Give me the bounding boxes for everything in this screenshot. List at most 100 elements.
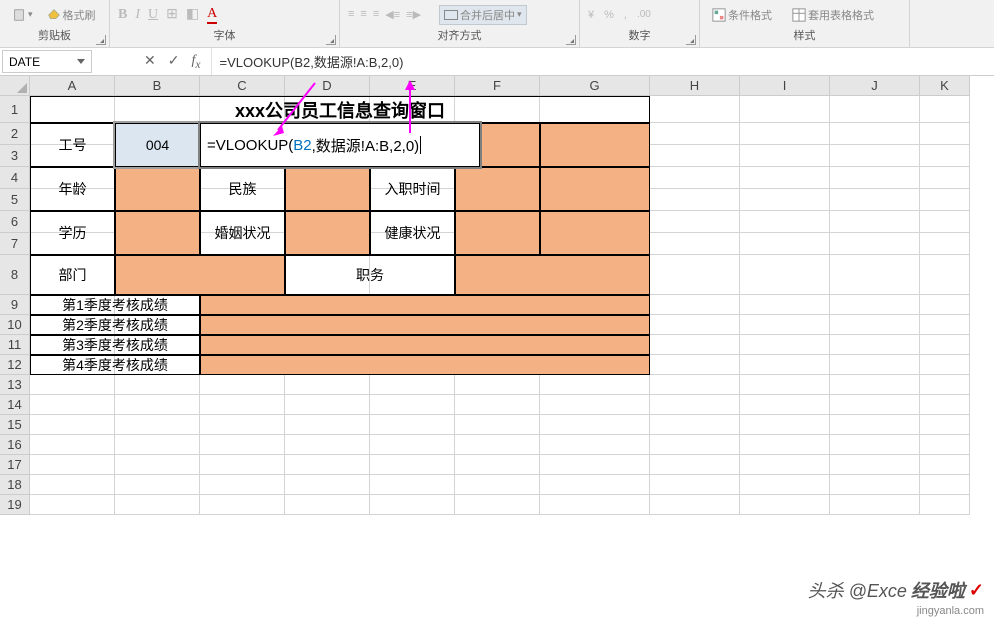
cell[interactable]	[285, 475, 370, 495]
column-header-J[interactable]: J	[830, 76, 920, 96]
clipboard-launcher[interactable]	[96, 35, 106, 45]
title-cell[interactable]: xxx公司员工信息查询窗口	[30, 96, 650, 123]
cell[interactable]	[540, 455, 650, 475]
font-launcher[interactable]	[326, 35, 336, 45]
cell[interactable]	[650, 96, 740, 123]
row-header-5[interactable]: 5	[0, 189, 30, 211]
cell[interactable]	[920, 455, 970, 475]
cell[interactable]	[30, 455, 115, 475]
cell[interactable]	[650, 189, 740, 211]
cell[interactable]	[740, 435, 830, 455]
column-header-G[interactable]: G	[540, 76, 650, 96]
cell[interactable]	[200, 455, 285, 475]
cell[interactable]	[650, 375, 740, 395]
cell[interactable]	[740, 355, 830, 375]
label-hire-date[interactable]: 入职时间	[370, 167, 455, 211]
cell[interactable]	[920, 189, 970, 211]
cell[interactable]	[740, 475, 830, 495]
cell[interactable]	[920, 415, 970, 435]
cell[interactable]	[200, 495, 285, 515]
cell[interactable]	[920, 167, 970, 189]
cell[interactable]	[115, 415, 200, 435]
cell[interactable]	[455, 435, 540, 455]
spreadsheet-grid[interactable]: ABCDEFGHIJK 1234567891011121314151617181…	[0, 76, 994, 611]
cell[interactable]	[455, 395, 540, 415]
cell[interactable]	[370, 395, 455, 415]
percent-button[interactable]: %	[604, 9, 614, 21]
label-age[interactable]: 年龄	[30, 167, 115, 211]
cell[interactable]	[650, 355, 740, 375]
number-launcher[interactable]	[686, 35, 696, 45]
label-employee-id[interactable]: 工号	[30, 123, 115, 167]
cell[interactable]	[830, 123, 920, 145]
indent-increase-button[interactable]: ≡▶	[406, 8, 421, 21]
cell[interactable]	[920, 355, 970, 375]
cell[interactable]	[920, 295, 970, 315]
cell[interactable]	[740, 455, 830, 475]
cell[interactable]	[650, 145, 740, 167]
cell[interactable]	[200, 415, 285, 435]
column-header-B[interactable]: B	[115, 76, 200, 96]
cell[interactable]	[540, 375, 650, 395]
cell[interactable]	[650, 295, 740, 315]
cell[interactable]	[30, 495, 115, 515]
label-marital-status[interactable]: 婚姻状况	[200, 211, 285, 255]
cell[interactable]	[920, 123, 970, 145]
cell-g6[interactable]	[540, 211, 650, 255]
cell-g4[interactable]	[540, 167, 650, 211]
increase-decimal-button[interactable]: .00	[637, 9, 651, 20]
cell[interactable]	[920, 315, 970, 335]
cell[interactable]	[540, 435, 650, 455]
row-header-18[interactable]: 18	[0, 475, 30, 495]
cell-q2-value[interactable]	[200, 315, 650, 335]
cell-q1-value[interactable]	[200, 295, 650, 315]
cell[interactable]	[830, 475, 920, 495]
label-q2-score[interactable]: 第2季度考核成绩	[30, 315, 200, 335]
row-header-15[interactable]: 15	[0, 415, 30, 435]
cell[interactable]	[830, 495, 920, 515]
cell[interactable]	[920, 255, 970, 295]
cell[interactable]	[830, 211, 920, 233]
cell-b2-employee-id-value[interactable]: 004	[115, 123, 200, 167]
cell[interactable]	[540, 495, 650, 515]
cell[interactable]	[455, 415, 540, 435]
cell[interactable]	[920, 395, 970, 415]
cell[interactable]	[830, 335, 920, 355]
cell[interactable]	[30, 395, 115, 415]
cell[interactable]	[650, 233, 740, 255]
cell[interactable]	[830, 435, 920, 455]
row-header-11[interactable]: 11	[0, 335, 30, 355]
cell[interactable]	[115, 435, 200, 455]
cell-f2[interactable]	[480, 123, 540, 167]
cell[interactable]	[740, 96, 830, 123]
cell[interactable]	[115, 475, 200, 495]
cell[interactable]	[740, 415, 830, 435]
cell[interactable]	[830, 415, 920, 435]
cell[interactable]	[920, 145, 970, 167]
cell[interactable]	[285, 455, 370, 475]
row-header-2[interactable]: 2	[0, 123, 30, 145]
cell[interactable]	[740, 395, 830, 415]
column-header-K[interactable]: K	[920, 76, 970, 96]
cell[interactable]	[30, 475, 115, 495]
cell[interactable]	[285, 495, 370, 515]
cell-b6[interactable]	[115, 211, 200, 255]
cell[interactable]	[285, 395, 370, 415]
cell-f8[interactable]	[455, 255, 650, 295]
cell[interactable]	[115, 375, 200, 395]
cell[interactable]	[740, 315, 830, 335]
label-health[interactable]: 健康状况	[370, 211, 455, 255]
cell[interactable]	[920, 96, 970, 123]
cell-d6[interactable]	[285, 211, 370, 255]
cell[interactable]	[740, 295, 830, 315]
cell[interactable]	[830, 255, 920, 295]
column-header-H[interactable]: H	[650, 76, 740, 96]
row-header-6[interactable]: 6	[0, 211, 30, 233]
cell-c2-editing[interactable]: =VLOOKUP(B2,数据源!A:B,2,0)	[200, 123, 480, 167]
cell[interactable]	[740, 211, 830, 233]
cell[interactable]	[370, 475, 455, 495]
currency-button[interactable]: ¥	[588, 9, 594, 21]
fill-color-button[interactable]: ◧	[186, 6, 199, 23]
cell[interactable]	[920, 233, 970, 255]
cell[interactable]	[370, 455, 455, 475]
